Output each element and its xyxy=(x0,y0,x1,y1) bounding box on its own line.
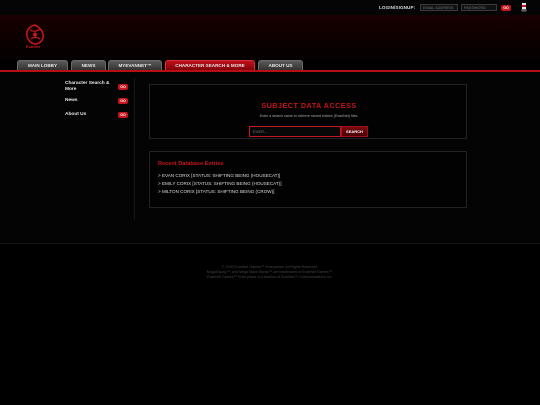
list-item[interactable]: > EVAN CORIX [STATUS: SHIFTING BEING (HO… xyxy=(158,173,280,178)
footer-trademark: MagicEspay™, and Mega Maze Mania™ are tr… xyxy=(206,270,334,274)
search-input[interactable] xyxy=(249,126,341,137)
recent-entries-panel: Recent Database Entries > EVAN CORIX [ST… xyxy=(149,151,467,208)
list-item[interactable]: > MILTON CORIX [STATUS: SHIFTING BEING (… xyxy=(158,189,274,194)
sidebar-go-button[interactable]: GO xyxy=(118,98,128,104)
sidebar-item-label: About Us xyxy=(65,112,87,117)
sidebar-item-character-search[interactable]: Character Search & More GO xyxy=(65,81,131,93)
footer-copyright: © 2030 EvanNet Games™ Enterprises. All R… xyxy=(221,265,319,269)
email-field[interactable] xyxy=(420,4,458,11)
flag-icon[interactable] xyxy=(521,3,527,12)
search-panel-title: SUBJECT DATA ACCESS xyxy=(261,101,357,110)
search-panel-subtitle: Enter a search name to retrieve stored e… xyxy=(259,114,359,118)
recent-entries-title: Recent Database Entries xyxy=(158,161,224,167)
login-go-button[interactable]: GO xyxy=(501,4,511,11)
password-field[interactable] xyxy=(461,4,497,11)
footer-division: EvanNet Games™ Enterprises is a division… xyxy=(207,275,333,279)
site-header xyxy=(0,16,540,60)
list-item[interactable]: > EMILY CORIX [STATUS: SHIFTING BEING (H… xyxy=(158,181,282,186)
sidebar-item-news[interactable]: News GO xyxy=(65,98,131,104)
login-label: LOGIN/SIGNUP: xyxy=(379,5,416,10)
sidebar-go-button[interactable]: GO xyxy=(118,112,128,118)
search-panel: SUBJECT DATA ACCESS Enter a search name … xyxy=(149,84,467,139)
search-button[interactable]: SEARCH xyxy=(341,126,368,137)
sidebar-item-label: Character Search & More xyxy=(65,81,110,92)
footer-divider xyxy=(0,243,540,244)
sidebar-item-about-us[interactable]: About Us GO xyxy=(65,112,131,118)
sidebar-divider xyxy=(134,78,135,220)
sidebar-item-label: News xyxy=(65,98,78,103)
top-bar: LOGIN/SIGNUP: GO xyxy=(0,0,540,16)
sidebar-go-button[interactable]: GO xyxy=(118,84,128,90)
logo-text: EvanNet xyxy=(26,45,41,49)
